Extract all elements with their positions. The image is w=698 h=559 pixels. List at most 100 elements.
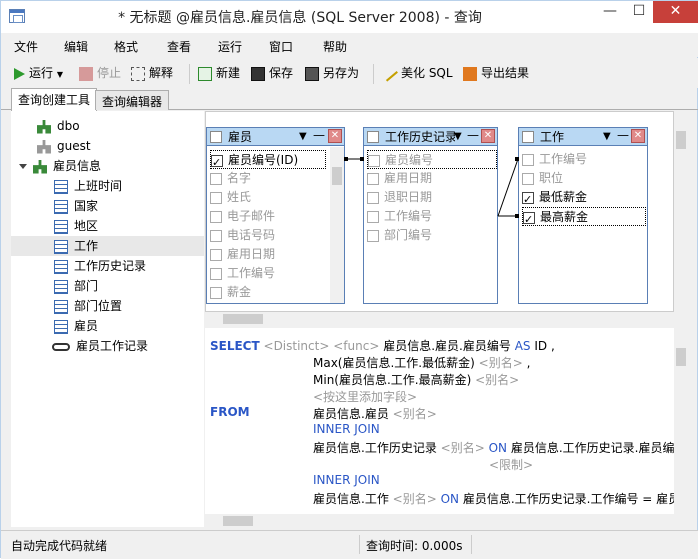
alias-placeholder[interactable]: <别名> (393, 492, 437, 506)
add-field-placeholder[interactable]: <按这里添加字段> (313, 388, 417, 405)
explain-label: 解释 (149, 66, 174, 80)
title-bar: * 无标题 @雇员信息.雇员信息 (SQL Server 2008) - 查询 … (1, 1, 698, 33)
stop-icon (79, 66, 93, 81)
sql-table[interactable]: 雇员信息.雇员 (313, 407, 389, 421)
menu-edit[interactable]: 编辑 (64, 38, 88, 55)
new-button[interactable]: 新建 (198, 64, 240, 84)
save-label: 保存 (269, 66, 294, 80)
alias-placeholder[interactable]: <别名> (475, 373, 519, 387)
sql-preview[interactable]: SELECT <Distinct> <func> 雇员信息.雇员.雇员编号 AS… (205, 328, 680, 514)
query-design-canvas[interactable]: 雇员 ▼ — ✕ 雇员编号(ID) 名字 姓氏 电子邮件 电话号码 雇用日期 工… (205, 111, 674, 312)
scroll-thumb[interactable] (676, 348, 686, 366)
export-results-button[interactable]: 导出结果 (463, 64, 529, 84)
sql-column[interactable]: 雇员信息.雇员.雇员编号 (383, 339, 511, 353)
explain-icon (131, 66, 145, 81)
menu-view[interactable]: 查看 (167, 38, 191, 55)
schema-icon (37, 119, 51, 134)
toolbar-separator (189, 64, 190, 84)
tree-item-table[interactable]: 雇员 (54, 316, 98, 336)
join-line (497, 158, 519, 217)
table-icon (54, 279, 68, 294)
run-button[interactable]: 运行 ▼ (14, 64, 63, 84)
tree-item-table[interactable]: 地区 (54, 216, 98, 236)
beautify-label: 美化 SQL (401, 66, 453, 80)
sql-keyword: ON (488, 441, 508, 455)
tree-item-employee-info[interactable]: 雇员信息 (19, 156, 101, 176)
join-endpoint (515, 214, 519, 218)
tree-label: 部门位置 (74, 299, 123, 313)
design-vertical-scrollbar[interactable] (674, 111, 688, 328)
maximize-button[interactable]: ☐ (625, 1, 653, 23)
sql-comma: , (526, 356, 531, 370)
alias-placeholder[interactable]: <别名> (479, 356, 523, 370)
save-button[interactable]: 保存 (251, 64, 293, 84)
menu-file[interactable]: 文件 (14, 38, 38, 55)
save-as-button[interactable]: 另存为 (305, 64, 359, 84)
sql-keyword: FROM (210, 405, 250, 419)
sql-keyword: AS (514, 339, 531, 353)
stop-label: 停止 (97, 66, 122, 80)
explain-button[interactable]: 解释 (131, 64, 173, 84)
sql-table[interactable]: 雇员信息.工作历史记录 (313, 441, 437, 455)
menu-run[interactable]: 运行 (218, 38, 242, 55)
join-endpoint (515, 157, 519, 161)
menu-format[interactable]: 格式 (114, 38, 138, 55)
tree-item-table-selected[interactable]: 工作 (11, 236, 204, 256)
status-message: 自动完成代码就绪 (11, 539, 108, 553)
scroll-thumb[interactable] (223, 516, 253, 526)
save-as-label: 另存为 (323, 66, 360, 80)
distinct-placeholder[interactable]: <Distinct> (264, 339, 330, 353)
sql-table[interactable]: 雇员信息.工作 (313, 492, 389, 506)
tree-label: 地区 (74, 219, 99, 233)
tree-item-table[interactable]: 工作历史记录 (54, 256, 146, 276)
sql-column[interactable]: Min(雇员信息.工作.最高薪金) (313, 373, 471, 387)
menu-window[interactable]: 窗口 (269, 38, 293, 55)
table-icon (54, 179, 68, 194)
scroll-thumb[interactable] (676, 131, 686, 149)
tree-label: 部门 (74, 279, 99, 293)
join-lines (344, 157, 519, 218)
sql-column[interactable]: Max(雇员信息.工作.最低薪金) (313, 356, 475, 370)
tree-item-dbo[interactable]: dbo (37, 116, 80, 136)
join-endpoint (344, 157, 348, 161)
sql-vertical-scrollbar[interactable] (674, 328, 688, 514)
tree-item-guest[interactable]: guest (37, 136, 91, 156)
play-icon (14, 67, 25, 80)
tree-item-view[interactable]: 雇员工作记录 (52, 336, 148, 356)
export-label: 导出结果 (481, 66, 530, 80)
tree-item-table[interactable]: 上班时间 (54, 176, 122, 196)
tab-query-editor[interactable]: 查询编辑器 (95, 90, 170, 110)
sql-horizontal-scrollbar[interactable] (205, 514, 674, 528)
join-condition[interactable]: 雇员信息.工作历史记录.雇员编 (511, 441, 675, 455)
sql-alias[interactable]: ID , (534, 339, 554, 353)
tree-item-table[interactable]: 部门位置 (54, 296, 122, 316)
query-time: 查询时间: 0.000s (366, 539, 463, 553)
schema-icon (37, 139, 51, 154)
limit-placeholder[interactable]: <限制> (489, 456, 533, 473)
magic-wand-icon (382, 65, 398, 82)
alias-placeholder[interactable]: <别名> (441, 441, 485, 455)
stop-button[interactable]: 停止 (79, 64, 121, 84)
minimize-button[interactable]: — (595, 1, 625, 23)
scroll-thumb[interactable] (223, 314, 263, 324)
close-button[interactable]: ✕ (653, 1, 698, 23)
tab-query-builder[interactable]: 查询创建工具 (11, 88, 98, 111)
menu-help[interactable]: 帮助 (323, 38, 347, 55)
join-endpoint (360, 157, 364, 161)
app-window: * 无标题 @雇员信息.雇员信息 (SQL Server 2008) - 查询 … (0, 0, 698, 559)
join-keyword[interactable]: INNER JOIN (313, 473, 380, 487)
join-keyword[interactable]: INNER JOIN (313, 422, 380, 436)
expand-arrow-icon[interactable] (19, 164, 27, 169)
save-as-icon (305, 66, 319, 81)
tree-item-table[interactable]: 国家 (54, 196, 98, 216)
tree-label: guest (57, 139, 91, 153)
func-placeholder[interactable]: <func> (333, 339, 379, 353)
design-horizontal-scrollbar[interactable] (205, 312, 674, 326)
table-icon (54, 319, 68, 334)
tree-label: dbo (57, 119, 80, 133)
beautify-sql-button[interactable]: 美化 SQL (382, 64, 453, 84)
join-condition[interactable]: 雇员信息.工作历史记录.工作编号 = 雇员 (463, 492, 680, 506)
alias-placeholder[interactable]: <别名> (393, 407, 437, 421)
dropdown-arrow-icon[interactable]: ▼ (57, 70, 63, 79)
tree-item-table[interactable]: 部门 (54, 276, 98, 296)
